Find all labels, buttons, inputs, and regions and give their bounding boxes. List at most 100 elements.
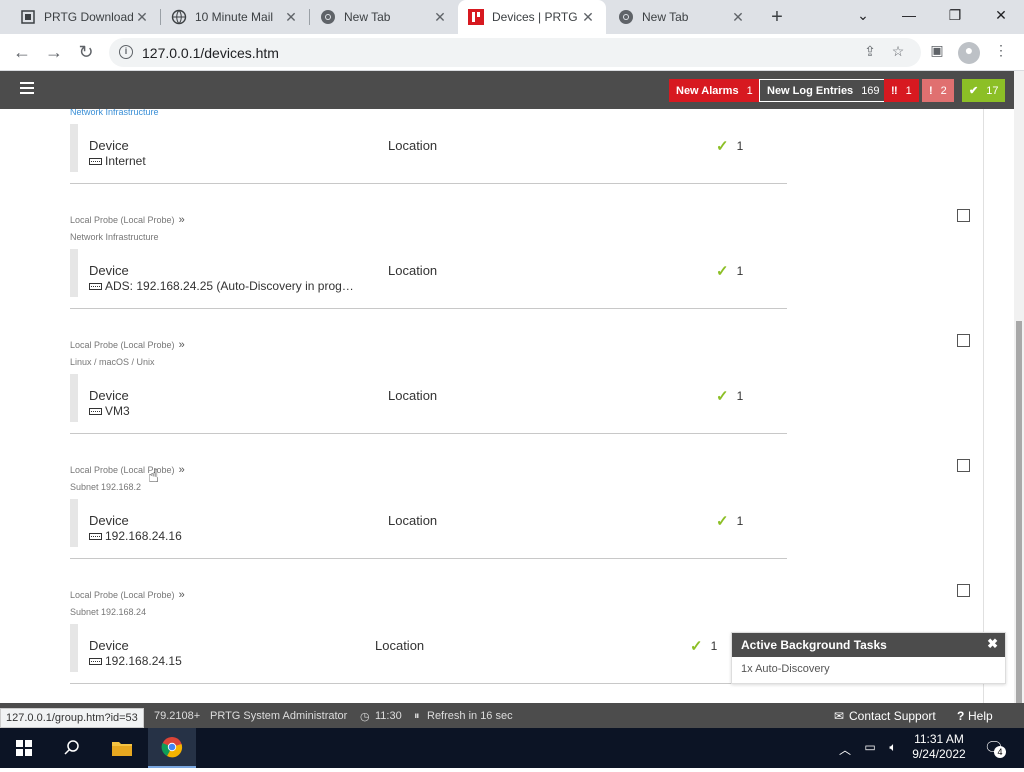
sensor-status[interactable]: ✓ 1 — [690, 637, 717, 655]
new-log-entries-button[interactable]: New Log Entries 169 — [759, 79, 888, 102]
browser-tab-10-minute-mail[interactable]: 10 Minute Mail ✕ — [161, 0, 309, 34]
device-card: Local Probe (Local Probe)» Network Infra… — [70, 184, 787, 309]
help-icon: ? — [957, 709, 965, 723]
sensor-status[interactable]: ✓ 1 — [716, 262, 743, 280]
notification-count: 4 — [994, 746, 1006, 758]
server-time: 11:30 — [375, 710, 402, 722]
network-icon[interactable]: ▭ — [862, 740, 878, 756]
profile-avatar-icon[interactable]: ● — [958, 42, 980, 64]
location-label: Location — [388, 513, 438, 528]
exclamation-icon: ! — [929, 84, 933, 97]
device-icon — [89, 282, 102, 290]
group-link[interactable]: Network Infrastructure — [70, 109, 159, 117]
up-sensors-button[interactable]: ✔ 17 — [962, 79, 1006, 102]
chrome-icon — [321, 10, 335, 24]
new-tab-button[interactable]: + — [766, 6, 788, 28]
volume-icon[interactable]: 🔈︎ — [885, 740, 901, 756]
probe-link[interactable]: Local Probe (Local Probe)» — [70, 339, 185, 351]
side-panel-icon[interactable]: ▣ — [926, 42, 948, 64]
sensor-status[interactable]: ✓ 1 — [716, 512, 743, 530]
checkmark-icon: ✓ — [716, 263, 729, 280]
probe-link[interactable]: Local Probe (Local Probe)» — [70, 214, 185, 226]
warning-sensors-button[interactable]: ! 2 — [922, 79, 954, 102]
device-name-link[interactable]: ADS: 192.168.24.25 (Auto-Discovery in pr… — [89, 279, 354, 293]
user-link[interactable]: PRTG System Administrator — [210, 710, 347, 722]
prtg-header: New Alarms 1 New Log Entries 169 ‼ 1 ! 2 ✔ 17 — [0, 71, 1024, 109]
select-checkbox[interactable] — [957, 209, 970, 222]
down-sensors-button[interactable]: ‼ 1 — [884, 79, 919, 102]
double-chevron-right-icon: » — [178, 589, 185, 601]
page-scrollbar[interactable] — [1014, 71, 1024, 728]
background-task-item[interactable]: 1x Auto-Discovery — [732, 657, 1005, 681]
device-list: Network Infrastructure Device Internet L… — [0, 109, 1024, 703]
mail-icon: ✉ — [834, 709, 845, 723]
reload-icon[interactable]: ↻ — [74, 40, 98, 64]
sensor-status[interactable]: ✓ 1 — [716, 387, 743, 405]
select-checkbox[interactable] — [957, 584, 970, 597]
tab-close-icon[interactable]: ✕ — [283, 9, 299, 26]
device-card: Network Infrastructure Device Internet L… — [70, 109, 787, 184]
probe-link[interactable]: Local Probe (Local Probe)» — [70, 464, 185, 476]
bookmark-star-icon[interactable]: ☆ — [889, 43, 907, 61]
device-card: Local Probe (Local Probe)» Subnet 192.16… — [70, 559, 787, 684]
refresh-countdown[interactable]: Refresh in 16 sec — [427, 710, 513, 722]
address-bar[interactable]: i 127.0.0.1/devices.htm ⇪ ☆ — [109, 38, 921, 67]
checkmark-icon: ✓ — [716, 138, 729, 155]
tab-close-icon[interactable]: ✕ — [134, 9, 150, 26]
group-link[interactable]: Subnet 192.168.2 — [70, 482, 141, 492]
group-link[interactable]: Subnet 192.168.24 — [70, 607, 146, 617]
contact-support-link[interactable]: Contact Support — [849, 709, 936, 723]
device-name-link[interactable]: VM3 — [89, 404, 130, 418]
device-label: Device — [89, 263, 129, 278]
location-label: Location — [388, 388, 438, 403]
double-chevron-right-icon: » — [178, 339, 185, 351]
restore-button[interactable]: ❐ — [932, 0, 978, 30]
address-url[interactable]: 127.0.0.1/devices.htm — [142, 45, 279, 61]
browser-tab-prtg-download[interactable]: PRTG Download ✕ — [10, 0, 160, 34]
clock[interactable]: 11:31 AM 9/24/2022 — [905, 732, 973, 772]
group-link[interactable]: Linux / macOS / Unix — [70, 357, 155, 367]
windows-start-icon[interactable] — [0, 728, 48, 768]
select-checkbox[interactable] — [957, 334, 970, 347]
select-checkbox[interactable] — [957, 459, 970, 472]
group-link[interactable]: Network Infrastructure — [70, 232, 159, 242]
chrome-menu-icon[interactable]: ⋮ — [990, 42, 1012, 64]
device-label: Device — [89, 638, 129, 653]
chrome-taskbar-icon[interactable] — [148, 728, 196, 768]
close-icon[interactable]: ✖ — [987, 636, 998, 652]
browser-tab-new-tab-2[interactable]: New Tab ✕ — [608, 0, 756, 34]
scrollbar-thumb[interactable] — [1016, 321, 1022, 711]
back-arrow-icon[interactable]: ← — [10, 40, 34, 64]
help-link[interactable]: Help — [968, 709, 993, 723]
device-name-link[interactable]: Internet — [89, 154, 146, 168]
file-explorer-icon[interactable] — [98, 728, 146, 768]
globe-icon — [171, 9, 187, 25]
probe-link[interactable]: Local Probe (Local Probe)» — [70, 589, 185, 601]
double-chevron-right-icon: » — [178, 214, 185, 226]
device-name-link[interactable]: 192.168.24.15 — [89, 654, 182, 668]
share-icon[interactable]: ⇪ — [861, 43, 879, 61]
close-window-button[interactable]: ✕ — [978, 0, 1024, 30]
tab-search-icon[interactable]: ⌄ — [840, 0, 886, 30]
browser-tab-devices-prtg[interactable]: Devices | PRTG N ✕ — [458, 0, 606, 34]
tab-close-icon[interactable]: ✕ — [432, 9, 448, 26]
chevron-up-icon[interactable]: ︿ — [838, 741, 852, 757]
tab-close-icon[interactable]: ✕ — [730, 9, 746, 26]
minimize-button[interactable]: — — [886, 0, 932, 30]
info-icon[interactable]: i — [119, 45, 133, 59]
new-alarms-button[interactable]: New Alarms 1 — [669, 79, 760, 102]
device-name-link[interactable]: 192.168.24.16 — [89, 529, 182, 543]
search-icon[interactable] — [48, 728, 96, 768]
forward-arrow-icon[interactable]: → — [42, 40, 66, 64]
background-tasks-header: Active Background Tasks ✖ — [732, 633, 1005, 657]
location-label: Location — [375, 638, 425, 653]
browser-tab-new-tab-1[interactable]: New Tab ✕ — [310, 0, 458, 34]
sensor-status[interactable]: ✓ 1 — [716, 137, 743, 155]
pause-icon[interactable]: ⏸ — [414, 710, 420, 723]
tab-close-icon[interactable]: ✕ — [580, 9, 596, 26]
checkmark-icon: ✓ — [716, 388, 729, 405]
notifications-icon[interactable]: 🗨︎ 4 — [982, 738, 1006, 758]
prtg-footer: 79.2108+ PRTG System Administrator ◷ 11:… — [0, 703, 1024, 728]
device-icon — [89, 657, 102, 665]
hamburger-menu-icon[interactable] — [20, 82, 34, 97]
